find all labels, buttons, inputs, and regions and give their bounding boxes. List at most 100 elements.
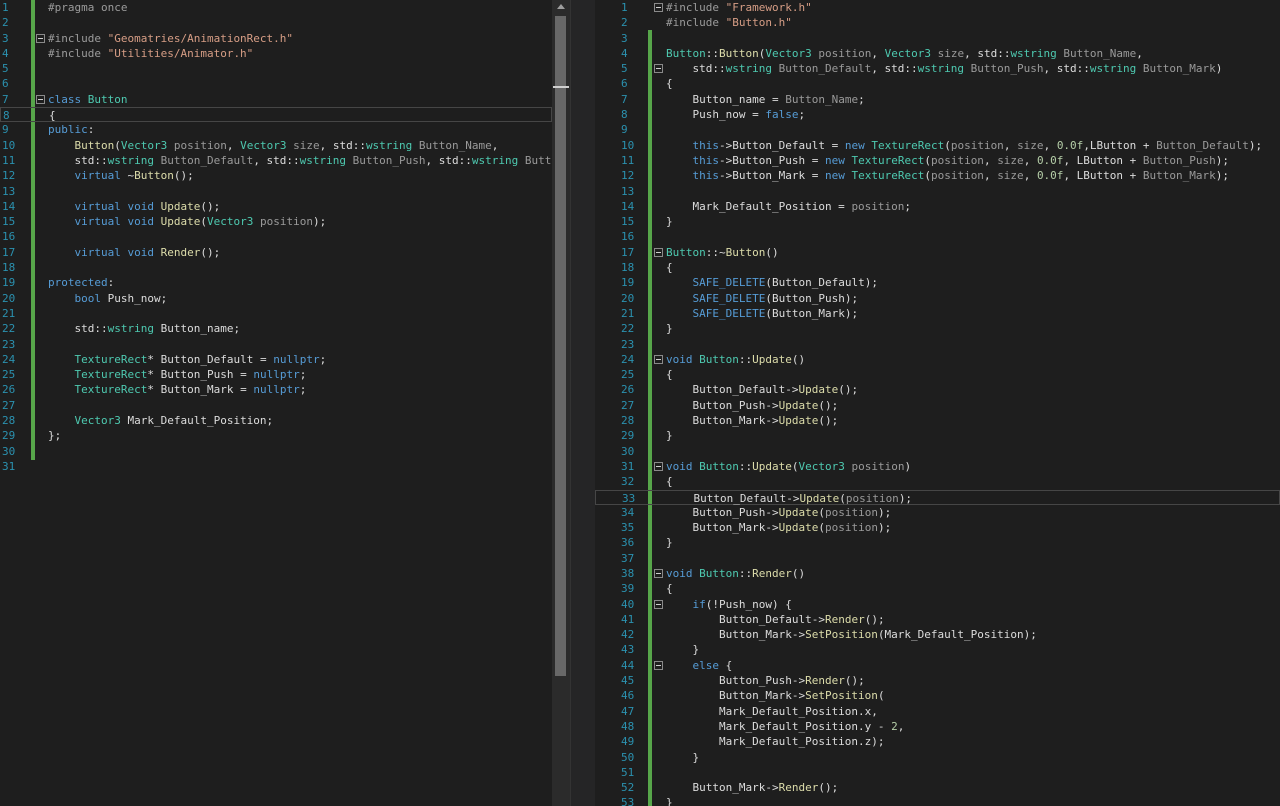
- code-line[interactable]: 46 Button_Mark->SetPosition(: [595, 688, 1280, 703]
- code-line[interactable]: 7 class Button: [0, 92, 552, 107]
- code-line[interactable]: 12 this->Button_Mark = new TextureRect(p…: [595, 168, 1280, 183]
- code-line[interactable]: 49 Mark_Default_Position.z);: [595, 734, 1280, 749]
- code-line[interactable]: 12 virtual ~Button();: [0, 168, 552, 183]
- code-line[interactable]: 28 Vector3 Mark_Default_Position;: [0, 413, 552, 428]
- code-line[interactable]: 4 Button::Button(Vector3 position, Vector…: [595, 46, 1280, 61]
- collapse-toggle-icon[interactable]: [654, 568, 663, 578]
- code-line[interactable]: 27: [0, 398, 552, 413]
- code-line[interactable]: 38 void Button::Render(): [595, 566, 1280, 581]
- code-line[interactable]: 20 SAFE_DELETE(Button_Push);: [595, 291, 1280, 306]
- code-line[interactable]: 42 Button_Mark->SetPosition(Mark_Default…: [595, 627, 1280, 642]
- code-line[interactable]: 22 std::wstring Button_name;: [0, 321, 552, 336]
- code-line[interactable]: 26 Button_Default->Update();: [595, 382, 1280, 397]
- code-line[interactable]: 53}: [595, 795, 1280, 806]
- code-line[interactable]: 28 Button_Mark->Update();: [595, 413, 1280, 428]
- code-line[interactable]: 21 SAFE_DELETE(Button_Mark);: [595, 306, 1280, 321]
- code-line[interactable]: 23: [595, 337, 1280, 352]
- left-code-area[interactable]: 1 #pragma once 2 3 #include "Geomatries/Anim…: [0, 0, 552, 474]
- collapse-toggle-icon[interactable]: [654, 354, 663, 364]
- code-line[interactable]: 16: [595, 229, 1280, 244]
- code-line[interactable]: 14 Mark_Default_Position = position;: [595, 199, 1280, 214]
- code-line[interactable]: 5 std::wstring Button_Default, std::wstr…: [595, 61, 1280, 76]
- code-line[interactable]: 11 this->Button_Push = new TextureRect(p…: [595, 153, 1280, 168]
- code-line[interactable]: 11 std::wstring Button_Default, std::wst…: [0, 153, 552, 168]
- collapse-toggle-icon[interactable]: [36, 94, 45, 104]
- code-line[interactable]: 9: [595, 122, 1280, 137]
- code-line[interactable]: 3: [595, 31, 1280, 46]
- collapse-toggle-icon[interactable]: [654, 3, 663, 12]
- code-line[interactable]: 6{: [595, 76, 1280, 91]
- collapse-toggle-icon[interactable]: [654, 599, 663, 609]
- code-line[interactable]: 52 Button_Mark->Render();: [595, 780, 1280, 795]
- right-editor-pane[interactable]: 1 #include "Framework.h" 2 #include "Button…: [595, 0, 1280, 806]
- code-line[interactable]: 29};: [0, 428, 552, 443]
- code-line[interactable]: 6: [0, 76, 552, 91]
- code-line[interactable]: 23: [0, 337, 552, 352]
- code-line[interactable]: 50 }: [595, 750, 1280, 765]
- code-line[interactable]: 13: [0, 184, 552, 199]
- right-code-area[interactable]: 1 #include "Framework.h" 2 #include "Button…: [595, 0, 1280, 806]
- code-line[interactable]: 37: [595, 551, 1280, 566]
- code-line[interactable]: 30: [0, 444, 552, 459]
- code-line[interactable]: 44 else {: [595, 658, 1280, 673]
- code-line[interactable]: 5: [0, 61, 552, 76]
- code-line[interactable]: 1 #pragma once: [0, 0, 552, 15]
- code-line[interactable]: 41 Button_Default->Render();: [595, 612, 1280, 627]
- code-line[interactable]: 32 {: [595, 474, 1280, 489]
- collapse-toggle-icon[interactable]: [654, 64, 663, 74]
- code-line[interactable]: 15 virtual void Update(Vector3 position)…: [0, 214, 552, 229]
- code-line[interactable]: 25 TextureRect* Button_Push = nullptr;: [0, 367, 552, 382]
- code-line[interactable]: 17 Button::~Button(): [595, 245, 1280, 260]
- code-line[interactable]: 18: [0, 260, 552, 275]
- code-line[interactable]: 8{: [0, 107, 552, 123]
- code-line[interactable]: 35 Button_Mark->Update(position);: [595, 520, 1280, 535]
- code-line[interactable]: 14 virtual void Update();: [0, 199, 552, 214]
- code-line[interactable]: 3 #include "Geomatries/AnimationRect.h": [0, 31, 552, 46]
- code-line[interactable]: 13: [595, 184, 1280, 199]
- left-editor-pane[interactable]: 1 #pragma once 2 3 #include "Geomatries/Anim…: [0, 0, 552, 806]
- code-line[interactable]: 29}: [595, 428, 1280, 443]
- code-line[interactable]: 40 if(!Push_now) {: [595, 597, 1280, 612]
- code-line[interactable]: 24 TextureRect* Button_Default = nullptr…: [0, 352, 552, 367]
- code-line[interactable]: 2 #include "Button.h": [595, 15, 1280, 30]
- code-line[interactable]: 4 #include "Utilities/Animator.h": [0, 46, 552, 61]
- code-line[interactable]: 48 Mark_Default_Position.y - 2,: [595, 719, 1280, 734]
- code-line[interactable]: 8 Push_now = false;: [595, 107, 1280, 122]
- left-vertical-scrollbar[interactable]: [552, 0, 570, 806]
- code-line[interactable]: 17 virtual void Render();: [0, 245, 552, 260]
- code-line[interactable]: 30: [595, 444, 1280, 459]
- code-line[interactable]: 7 Button_name = Button_Name;: [595, 92, 1280, 107]
- code-line[interactable]: 22}: [595, 321, 1280, 336]
- scroll-up-arrow-icon[interactable]: [557, 4, 565, 9]
- code-line[interactable]: 10 Button(Vector3 position, Vector3 size…: [0, 138, 552, 153]
- code-line[interactable]: 15}: [595, 214, 1280, 229]
- code-line[interactable]: 34 Button_Push->Update(position);: [595, 505, 1280, 520]
- editor-split-divider[interactable]: [570, 0, 596, 806]
- code-line[interactable]: 45 Button_Push->Render();: [595, 673, 1280, 688]
- code-line[interactable]: 10 this->Button_Default = new TextureRec…: [595, 138, 1280, 153]
- code-line[interactable]: 47 Mark_Default_Position.x,: [595, 704, 1280, 719]
- collapse-toggle-icon[interactable]: [654, 461, 663, 471]
- code-line[interactable]: 19 protected:: [0, 275, 552, 290]
- code-line[interactable]: 36}: [595, 535, 1280, 550]
- code-line[interactable]: 18 {: [595, 260, 1280, 275]
- code-line[interactable]: 2: [0, 15, 552, 30]
- code-line[interactable]: 27 Button_Push->Update();: [595, 398, 1280, 413]
- collapse-toggle-icon[interactable]: [654, 660, 663, 670]
- code-line[interactable]: 43 }: [595, 642, 1280, 657]
- code-line[interactable]: 19 SAFE_DELETE(Button_Default);: [595, 275, 1280, 290]
- code-line[interactable]: 39 {: [595, 581, 1280, 596]
- code-line[interactable]: 25 {: [595, 367, 1280, 382]
- code-line[interactable]: 26 TextureRect* Button_Mark = nullptr;: [0, 382, 552, 397]
- collapse-toggle-icon[interactable]: [36, 33, 45, 43]
- code-line[interactable]: 9 public:: [0, 122, 552, 137]
- collapse-toggle-icon[interactable]: [654, 247, 663, 257]
- code-line[interactable]: 16: [0, 229, 552, 244]
- code-line[interactable]: 31: [0, 459, 552, 474]
- code-line[interactable]: 31 void Button::Update(Vector3 position): [595, 459, 1280, 474]
- code-line[interactable]: 1 #include "Framework.h": [595, 0, 1280, 15]
- scrollbar-thumb[interactable]: [555, 16, 566, 676]
- code-line[interactable]: 20 bool Push_now;: [0, 291, 552, 306]
- code-line[interactable]: 24 void Button::Update(): [595, 352, 1280, 367]
- code-line[interactable]: 33 Button_Default->Update(position);: [595, 489, 1280, 505]
